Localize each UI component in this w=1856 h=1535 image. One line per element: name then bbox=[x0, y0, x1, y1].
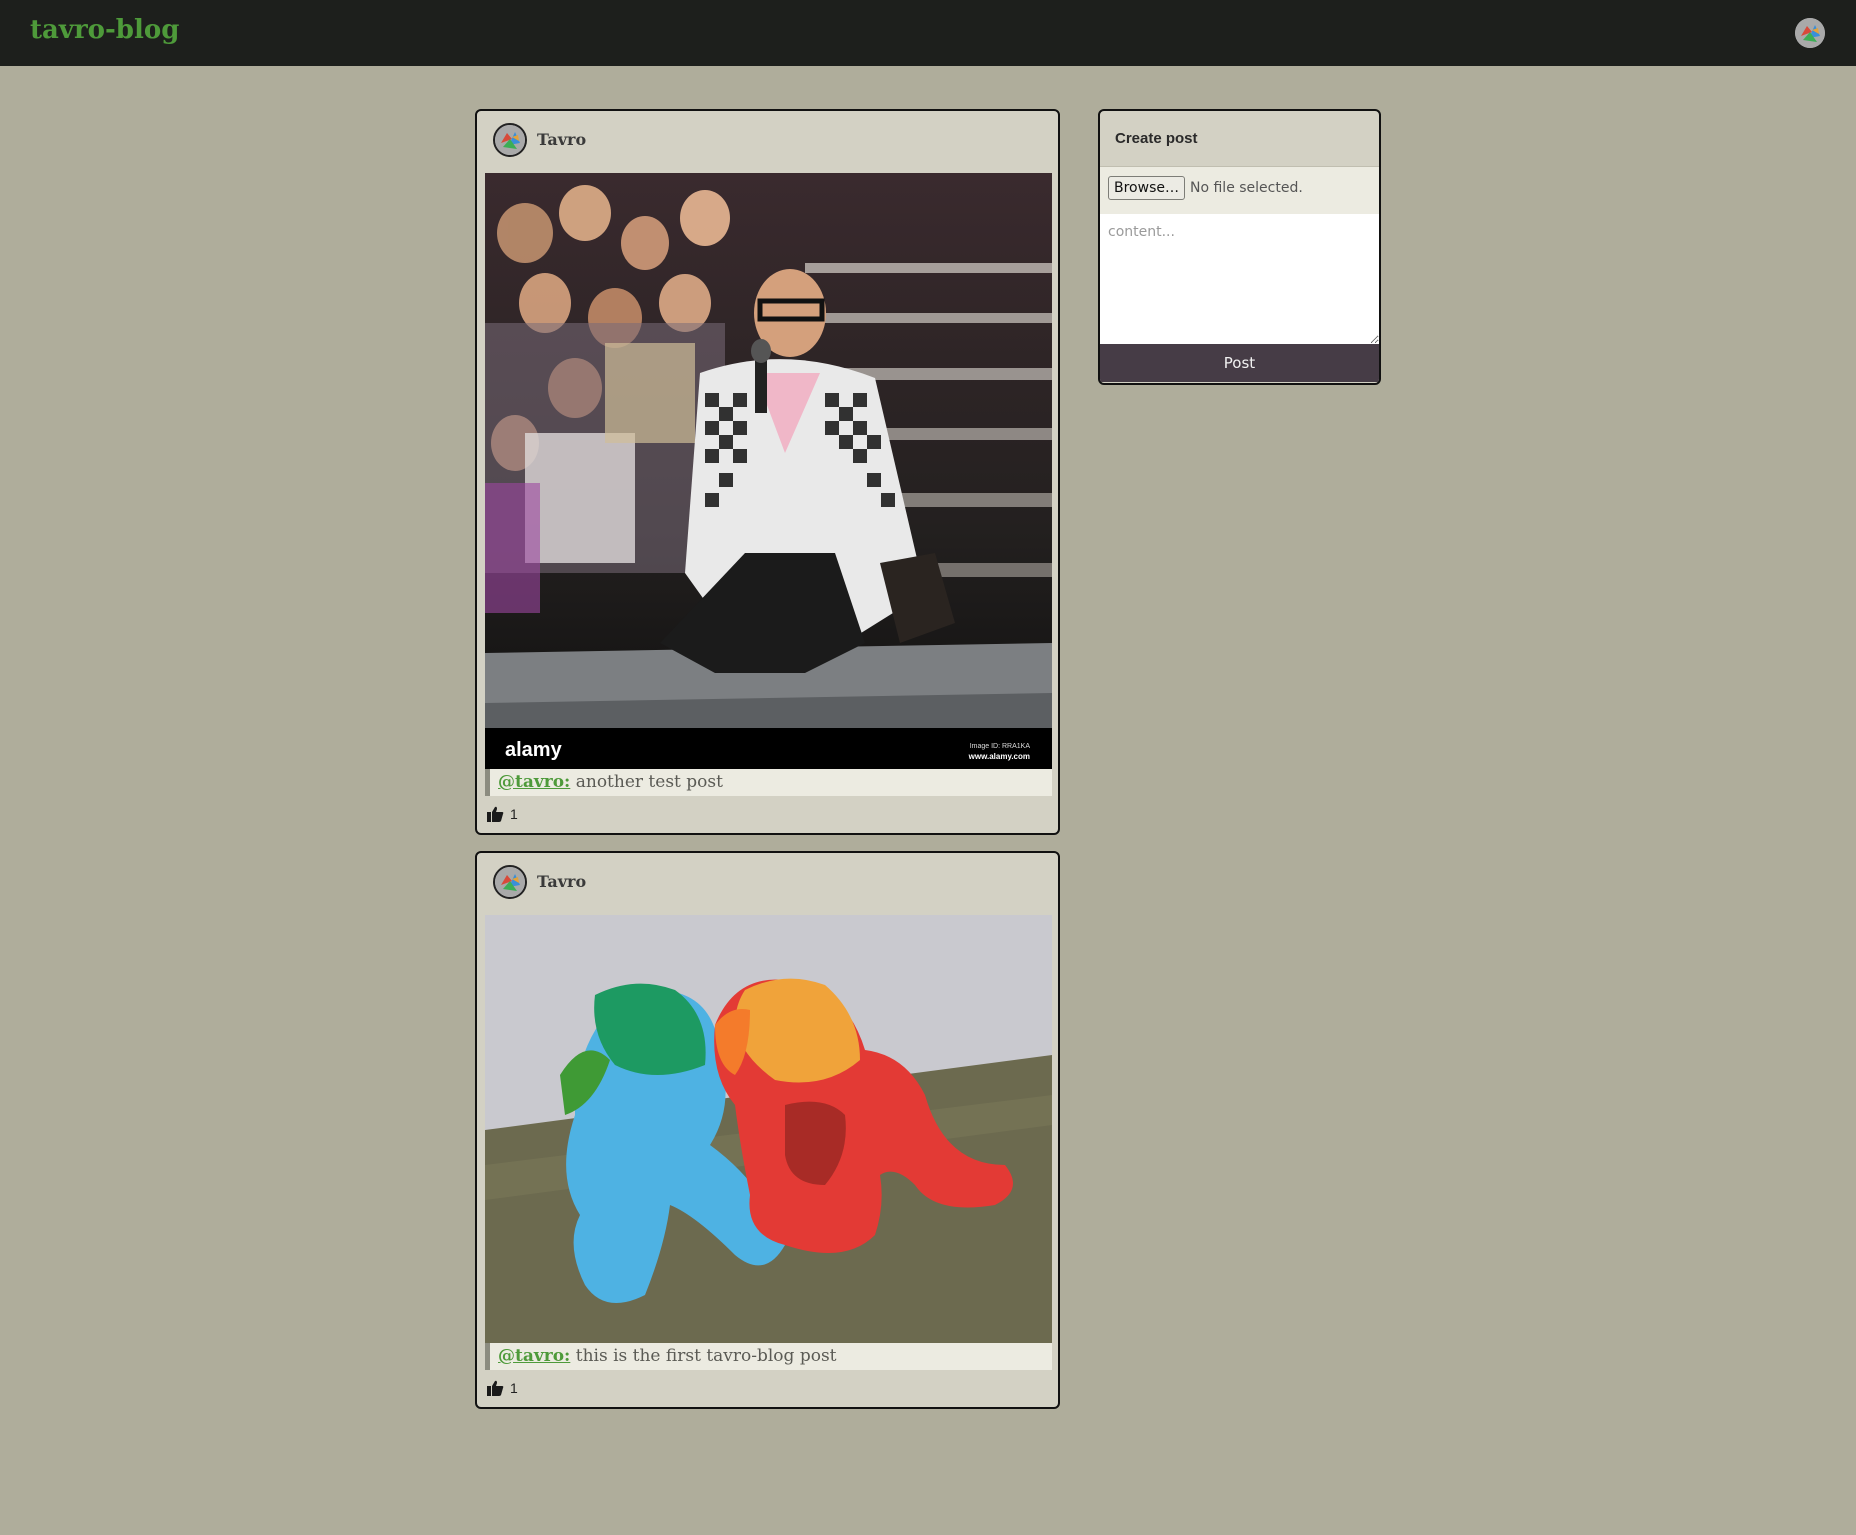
post-photo: alamy Image ID: RRA1KA www.alamy.com bbox=[485, 173, 1052, 769]
post-text: another test post bbox=[575, 772, 723, 792]
post-text: this is the first tavro-blog post bbox=[575, 1346, 837, 1366]
author-avatar[interactable] bbox=[493, 865, 527, 899]
like-count: 1 bbox=[510, 1380, 518, 1396]
post-image: alamy Image ID: RRA1KA www.alamy.com bbox=[485, 173, 1052, 769]
top-navbar: tavro-blog bbox=[0, 0, 1856, 66]
like-control[interactable]: 1 bbox=[487, 804, 518, 824]
author-mention-link[interactable]: @tavro: bbox=[498, 1346, 570, 1366]
post-card: Tavro @tavro: this is the first tavro-bl… bbox=[475, 851, 1060, 1409]
create-post-title: Create post bbox=[1100, 111, 1379, 167]
thumbs-up-icon[interactable] bbox=[487, 1380, 504, 1396]
user-avatar-button[interactable] bbox=[1795, 18, 1825, 48]
watermark-brand: alamy bbox=[505, 739, 563, 761]
avatar-image bbox=[495, 867, 525, 897]
file-status: No file selected. bbox=[1190, 180, 1303, 196]
post-image bbox=[485, 915, 1052, 1343]
post-author[interactable]: Tavro bbox=[537, 872, 586, 891]
author-mention-link[interactable]: @tavro: bbox=[498, 772, 570, 792]
author-avatar[interactable] bbox=[493, 123, 527, 157]
content-textarea[interactable] bbox=[1100, 214, 1379, 344]
thumbs-up-icon[interactable] bbox=[487, 806, 504, 822]
like-count: 1 bbox=[510, 806, 518, 822]
like-control[interactable]: 1 bbox=[487, 1378, 518, 1398]
brand-link[interactable]: tavro-blog bbox=[30, 15, 179, 45]
post-header: Tavro bbox=[477, 853, 1058, 913]
browse-file-button[interactable]: Browse… bbox=[1108, 176, 1185, 200]
post-author[interactable]: Tavro bbox=[537, 130, 586, 149]
watermark-image-id: Image ID: RRA1KA bbox=[970, 743, 1031, 750]
avatar-image bbox=[1795, 18, 1825, 48]
post-card: Tavro alamy Image ID: RRA1KA www.alamy.c… bbox=[475, 109, 1060, 835]
post-caption: @tavro: another test post bbox=[485, 769, 1052, 796]
create-post-panel: Create post Browse… No file selected. Po… bbox=[1098, 109, 1381, 385]
post-caption: @tavro: this is the first tavro-blog pos… bbox=[485, 1343, 1052, 1370]
watermark-url: www.alamy.com bbox=[968, 752, 1030, 761]
file-upload-row: Browse… No file selected. bbox=[1100, 167, 1379, 214]
post-submit-button[interactable]: Post bbox=[1100, 344, 1379, 382]
post-photo bbox=[485, 915, 1052, 1343]
post-header: Tavro bbox=[477, 111, 1058, 171]
avatar-image bbox=[495, 125, 525, 155]
